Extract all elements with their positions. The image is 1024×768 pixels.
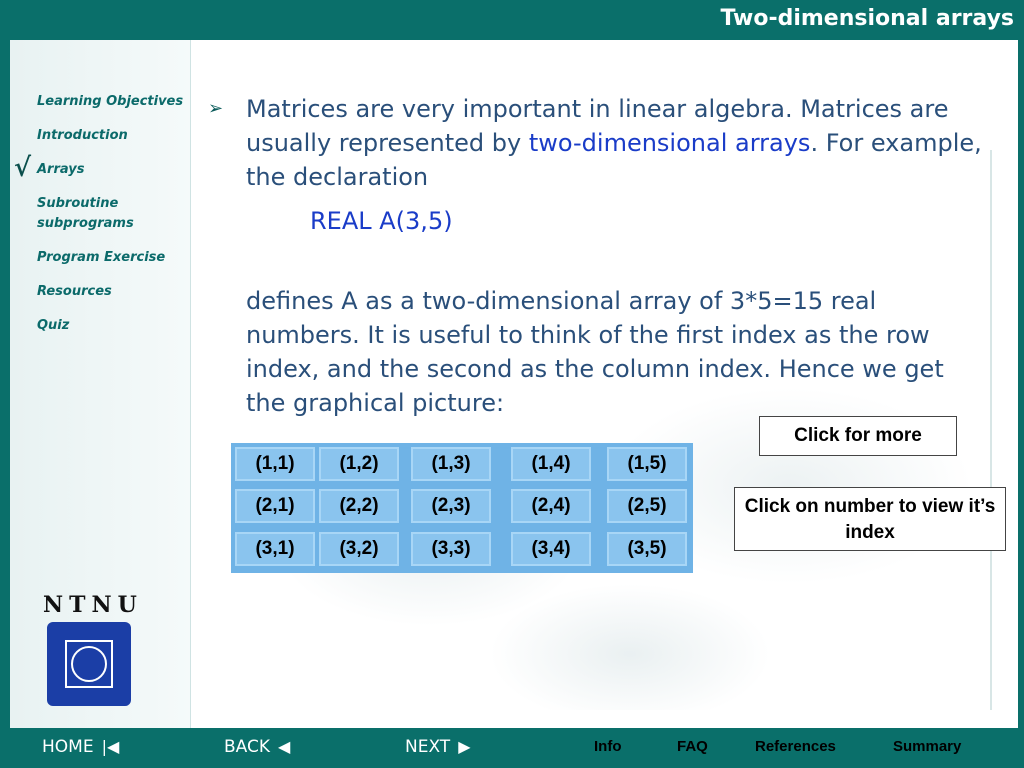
references-link[interactable]: References <box>755 738 836 755</box>
matrix-cell[interactable]: (2,4) <box>511 489 591 523</box>
back-label: BACK <box>224 737 271 757</box>
matrix-cell[interactable]: (3,1) <box>235 532 315 566</box>
summary-link[interactable]: Summary <box>893 738 961 755</box>
sidebar-item-arrays[interactable]: Arrays <box>37 160 187 180</box>
sidebar-item-subroutine-subprograms[interactable]: Subroutine subprograms <box>37 194 147 234</box>
footer-bar <box>0 728 1024 768</box>
right-frame <box>1018 0 1024 768</box>
explanation-paragraph: defines A as a two-dimensional array of … <box>246 287 944 417</box>
back-arrow-icon: ◀ <box>278 737 291 756</box>
home-button[interactable]: HOME |◀ <box>42 737 119 757</box>
bullet-arrow-icon: ➢ <box>208 98 224 119</box>
sidebar-item-introduction[interactable]: Introduction <box>37 126 187 146</box>
matrix-cell[interactable]: (1,1) <box>235 447 315 481</box>
info-link[interactable]: Info <box>594 738 622 755</box>
home-label: HOME <box>42 737 94 757</box>
matrix-cell[interactable]: (3,3) <box>411 532 491 566</box>
back-button[interactable]: BACK ◀ <box>224 737 290 757</box>
sidebar-item-quiz[interactable]: Quiz <box>37 316 187 336</box>
matrix-cell[interactable]: (2,2) <box>319 489 399 523</box>
ntnu-logo: NTNU <box>43 592 143 706</box>
logo-circle <box>71 646 107 682</box>
matrix-cell[interactable]: (1,3) <box>411 447 491 481</box>
current-section-check-icon: √ <box>14 153 32 183</box>
logo-text: NTNU <box>43 592 143 618</box>
matrix-cell[interactable]: (1,2) <box>319 447 399 481</box>
intro-paragraph: Matrices are very important in linear al… <box>246 92 986 194</box>
faq-link[interactable]: FAQ <box>677 738 708 755</box>
click-on-number-hint: Click on number to view it’s index <box>734 487 1006 551</box>
matrix-grid: (1,1) (1,2) (1,3) (1,4) (1,5) (2,1) (2,2… <box>231 443 693 573</box>
matrix-cell[interactable]: (1,4) <box>511 447 591 481</box>
sidebar-item-learning-objectives[interactable]: Learning Objectives <box>37 92 187 112</box>
matrix-cell[interactable]: (3,5) <box>607 532 687 566</box>
skip-back-icon: |◀ <box>101 737 120 756</box>
intro-highlight: two-dimensional arrays <box>528 129 811 157</box>
matrix-cell[interactable]: (3,2) <box>319 532 399 566</box>
next-arrow-icon: ▶ <box>458 737 471 756</box>
logo-emblem-icon <box>47 622 131 706</box>
sidebar-item-program-exercise[interactable]: Program Exercise <box>37 248 187 268</box>
left-frame <box>0 0 10 768</box>
next-label: NEXT <box>405 737 451 757</box>
code-declaration: REAL A(3,5) <box>310 207 453 235</box>
click-for-more-button[interactable]: Click for more <box>759 416 957 456</box>
matrix-cell[interactable]: (2,3) <box>411 489 491 523</box>
next-button[interactable]: NEXT ▶ <box>405 737 471 757</box>
matrix-cell[interactable]: (3,4) <box>511 532 591 566</box>
sidebar-nav: Learning Objectives Introduction Arrays … <box>37 92 187 350</box>
matrix-cell[interactable]: (1,5) <box>607 447 687 481</box>
matrix-cell[interactable]: (2,5) <box>607 489 687 523</box>
sidebar-item-resources[interactable]: Resources <box>37 282 187 302</box>
page-title: Two-dimensional arrays <box>720 6 1014 31</box>
logo-square <box>65 640 113 688</box>
matrix-cell[interactable]: (2,1) <box>235 489 315 523</box>
